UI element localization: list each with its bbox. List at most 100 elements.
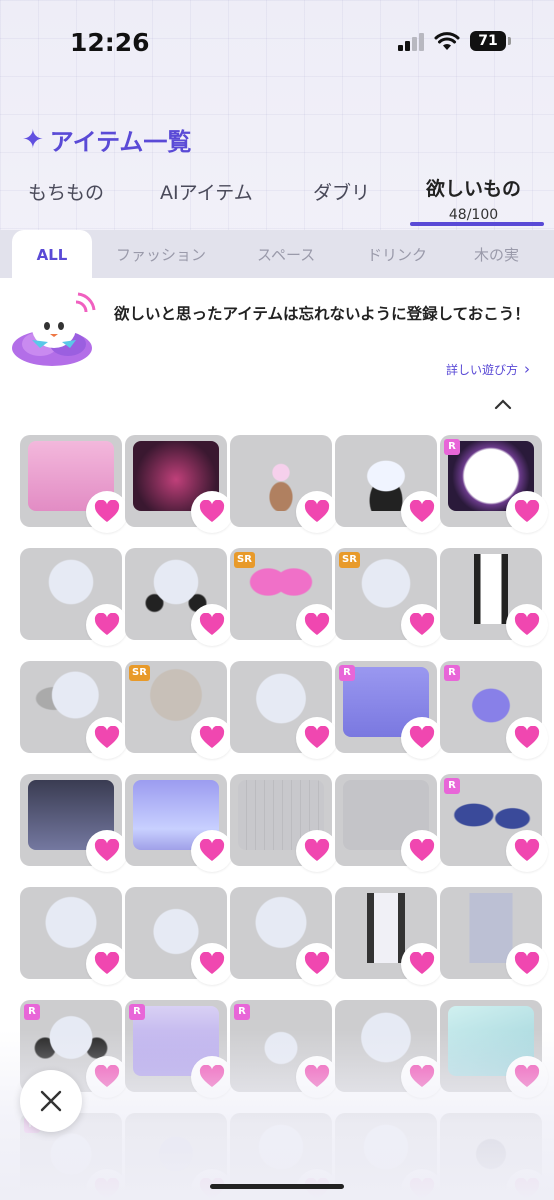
heart-icon[interactable] [401,491,443,533]
subtab-nuts[interactable]: 木の実 [474,230,519,278]
item-heart-eye-patch[interactable] [230,661,338,759]
heart-icon[interactable] [191,943,233,985]
subtab-drink[interactable]: ドリンク [367,230,427,278]
item-silver-side-hair[interactable] [20,661,128,759]
signal-icon [398,33,426,51]
heart-icon[interactable] [191,830,233,872]
heart-icon[interactable] [191,604,233,646]
subtab-space[interactable]: スペース [257,230,315,278]
item-item-row7-5[interactable] [440,1113,548,1200]
page-title-text: アイテム一覧 [49,128,192,156]
item-black-suspender-shirt[interactable] [440,548,548,646]
status-bar: 12:26 71 [0,0,554,84]
active-tab-indicator [410,222,544,226]
rarity-badge: R [339,665,355,681]
heart-icon[interactable] [191,1056,233,1098]
subtab-fashion[interactable]: ファッション [116,230,206,278]
tab-ai-item[interactable]: AIアイテム [160,178,253,205]
heart-icon[interactable] [506,1169,548,1200]
item-bandage-head[interactable] [440,1000,548,1098]
wishlist-count: 48/100 [448,207,499,223]
item-pink-candle[interactable] [230,435,338,533]
chevron-up-icon [494,399,512,410]
close-button[interactable] [20,1070,82,1132]
tab-duplicates[interactable]: ダブリ [313,178,370,205]
item-bandage-face[interactable] [335,1000,443,1098]
rarity-badge: R [444,665,460,681]
close-icon [40,1090,62,1112]
heart-icon[interactable] [296,943,338,985]
heart-icon[interactable] [401,1056,443,1098]
tab-mochimono[interactable]: もちもの [28,178,104,205]
item-lavender-dress[interactable]: R [125,1000,233,1098]
heart-icon[interactable] [506,491,548,533]
subtab-all[interactable]: ALL [12,230,92,278]
heart-icon[interactable] [506,943,548,985]
heart-icon[interactable] [86,1169,128,1200]
heart-icon[interactable] [296,1056,338,1098]
item-angel-halo[interactable] [125,887,233,985]
tab-wishlist[interactable]: 欲しいもの 48/100 [426,174,521,223]
heart-icon[interactable] [401,717,443,759]
category-tabs: ALL ファッション スペース ドリンク 木の実 [0,230,554,278]
heart-icon[interactable] [506,830,548,872]
heart-icon[interactable] [191,491,233,533]
item-game-room-set[interactable]: R [440,774,548,872]
item-lavender-gradient-background[interactable] [125,774,233,872]
sparkle-icon: ✦ [22,124,44,155]
page-title: ✦ アイテム一覧 [22,122,191,157]
rarity-badge: SR [129,665,150,681]
item-game-clear-wallpaper[interactable] [335,774,443,872]
item-pearl-earrings[interactable] [230,887,338,985]
rarity-badge: SR [339,552,360,568]
heart-icon[interactable] [296,491,338,533]
heart-icon[interactable] [86,943,128,985]
how-to-play-link[interactable]: 詳しい遊び方 › [446,360,530,378]
heart-icon[interactable] [296,830,338,872]
item-pink-butterfly-wings[interactable]: SR [230,548,338,646]
heart-icon[interactable] [296,604,338,646]
item-bunny-angel-wallpaper[interactable]: R [335,661,443,759]
item-glass-dome[interactable] [335,435,443,533]
heart-icon[interactable] [401,943,443,985]
heart-icon[interactable] [296,717,338,759]
battery-icon: 71 [470,31,511,51]
item-navy-gradient-background[interactable] [20,774,128,872]
item-white-suspender-top[interactable] [335,887,443,985]
item-dark-pink-gradient-background[interactable] [125,435,233,533]
heart-icon[interactable] [506,604,548,646]
item-pink-closed-eyes-makeup[interactable]: SR [335,548,443,646]
heart-icon[interactable] [401,604,443,646]
rarity-badge: SR [234,552,255,568]
item-gaming-chair[interactable]: R [440,661,548,759]
banner-text: 欲しいと思ったアイテムは忘れないように登録しておこう！ [114,305,530,323]
heart-icon[interactable] [506,717,548,759]
item-dark-sparkle-frame[interactable]: R [440,435,548,533]
heart-icon[interactable] [191,717,233,759]
item-hair-clips[interactable] [20,887,128,985]
info-banner: 欲しいと思ったアイテムは忘れないように登録しておこう！ 詳しい遊び方 › [0,278,554,410]
heart-icon[interactable] [86,717,128,759]
rarity-badge: R [234,1004,250,1020]
chevron-right-icon: › [524,360,530,378]
collapse-button[interactable] [472,386,534,422]
rarity-badge: R [444,778,460,794]
item-item-row7-4[interactable] [335,1113,443,1200]
item-silver-messy-hair[interactable]: SR [125,661,233,759]
item-grid-floor[interactable] [230,774,338,872]
heart-icon[interactable] [401,1169,443,1200]
heart-icon[interactable] [86,604,128,646]
main-tabs: もちもの AIアイテム ダブリ 欲しいもの 48/100 [0,170,554,228]
heart-icon[interactable] [506,1056,548,1098]
heart-icon[interactable] [86,491,128,533]
how-to-play-label: 詳しい遊び方 [445,363,518,377]
item-gray-pants[interactable] [440,887,548,985]
item-black-ribbon-hair-accessory[interactable] [125,548,233,646]
rarity-badge: R [129,1004,145,1020]
heart-icon[interactable] [401,830,443,872]
item-red-ribbon-choker[interactable] [20,548,128,646]
item-white-angel-wings[interactable]: R [230,1000,338,1098]
heart-icon[interactable] [86,1056,128,1098]
item-pink-gradient-background[interactable] [20,435,128,533]
heart-icon[interactable] [86,830,128,872]
